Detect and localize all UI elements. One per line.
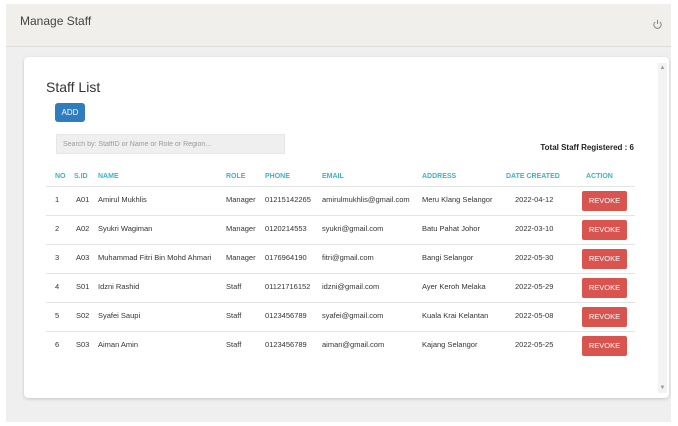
cell-email: fitri@gmail.com (322, 253, 374, 262)
cell-email: syafei@gmail.com (322, 311, 384, 320)
cell-sid: A03 (76, 253, 90, 262)
cell-date-created: 2022-05-30 (515, 253, 554, 262)
cell-address: Ayer Keroh Melaka (422, 282, 486, 291)
search-input[interactable] (56, 134, 285, 154)
cell-sid: S02 (76, 311, 90, 320)
revoke-button[interactable]: REVOKE (582, 278, 627, 298)
cell-email: syukri@gmail.com (322, 224, 384, 233)
cell-date-created: 2022-05-29 (515, 282, 554, 291)
cell-role: Manager (226, 224, 256, 233)
cell-role: Manager (226, 253, 256, 262)
cell-address: Bangi Selangor (422, 253, 474, 262)
column-header-address: ADDRESS (422, 173, 457, 180)
cell-date-created: 2022-03-10 (515, 224, 554, 233)
cell-phone: 0123456789 (265, 311, 307, 320)
cell-name: Muhammad Fitri Bin Mohd Ahmari (98, 253, 212, 262)
revoke-button[interactable]: REVOKE (582, 307, 627, 327)
add-button[interactable]: ADD (55, 103, 85, 122)
column-header-phone: PHONE (265, 173, 290, 180)
column-header-action: ACTION (586, 173, 613, 180)
table-row: 1 A01 Amirul Mukhlis Manager 01215142265… (46, 186, 635, 215)
cell-phone: 01215142265 (265, 195, 311, 204)
cell-name: Idzni Rashid (98, 282, 140, 291)
cell-no: 3 (55, 253, 60, 262)
cell-sid: A01 (76, 195, 90, 204)
table-row: 5 S02 Syafei Saupi Staff 0123456789 syaf… (46, 302, 635, 331)
cell-name: Amirul Mukhlis (98, 195, 147, 204)
cell-sid: S03 (76, 340, 90, 349)
cell-role: Staff (226, 282, 242, 291)
column-header-email: EMAIL (322, 173, 344, 180)
cell-no: 1 (55, 195, 60, 204)
revoke-button[interactable]: REVOKE (582, 249, 627, 269)
cell-name: Syafei Saupi (98, 311, 141, 320)
cell-email: aiman@gmail.com (322, 340, 385, 349)
cell-date-created: 2022-05-08 (515, 311, 554, 320)
cell-role: Staff (226, 340, 242, 349)
cell-address: Batu Pahat Johor (422, 224, 480, 233)
column-header-no: NO (55, 173, 66, 180)
cell-date-created: 2022-05-25 (515, 340, 554, 349)
cell-role: Staff (226, 311, 242, 320)
cell-no: 5 (55, 311, 60, 320)
column-header-sid: S.ID (74, 173, 88, 180)
table-row: 6 S03 Aiman Amin Staff 0123456789 aiman@… (46, 331, 635, 360)
cell-address: Kuala Krai Kelantan (422, 311, 489, 320)
cell-address: Meru Klang Selangor (422, 195, 493, 204)
cell-name: Syukri Wagiman (98, 224, 153, 233)
column-header-role: ROLE (226, 173, 246, 180)
total-staff-count: Total Staff Registered : 6 (540, 143, 634, 152)
cell-email: amirulmukhlis@gmail.com (322, 195, 410, 204)
revoke-button[interactable]: REVOKE (582, 220, 627, 240)
cell-no: 2 (55, 224, 60, 233)
scroll-up-icon[interactable]: ▲ (658, 63, 667, 73)
revoke-button[interactable]: REVOKE (582, 336, 627, 356)
page-title: Manage Staff (20, 14, 92, 28)
cell-address: Kajang Selangor (422, 340, 478, 349)
table-row: 4 S01 Idzni Rashid Staff 01121716152 idz… (46, 273, 635, 302)
revoke-button[interactable]: REVOKE (582, 191, 627, 211)
power-icon[interactable] (652, 19, 663, 30)
cell-date-created: 2022-04-12 (515, 195, 554, 204)
cell-email: idzni@gmail.com (322, 282, 380, 291)
cell-sid: S01 (76, 282, 90, 291)
column-header-name: NAME (98, 173, 119, 180)
cell-phone: 01121716152 (265, 282, 311, 291)
cell-sid: A02 (76, 224, 90, 233)
cell-role: Manager (226, 195, 256, 204)
scroll-down-icon[interactable]: ▼ (658, 383, 667, 393)
table-row: 2 A02 Syukri Wagiman Manager 0120214553 … (46, 215, 635, 244)
cell-phone: 0120214553 (265, 224, 307, 233)
cell-phone: 0123456789 (265, 340, 307, 349)
scrollbar[interactable]: ▲ ▼ (658, 63, 667, 393)
cell-phone: 0176964190 (265, 253, 307, 262)
staff-list-card: ▲ ▼ Staff List ADD Total Staff Registere… (24, 57, 669, 398)
card-title: Staff List (46, 79, 101, 95)
table-row: 3 A03 Muhammad Fitri Bin Mohd Ahmari Man… (46, 244, 635, 273)
cell-name: Aiman Amin (98, 340, 139, 349)
column-header-date-created: DATE CREATED (506, 173, 560, 180)
cell-no: 6 (55, 340, 60, 349)
cell-no: 4 (55, 282, 60, 291)
top-bar: Manage Staff (6, 4, 671, 47)
